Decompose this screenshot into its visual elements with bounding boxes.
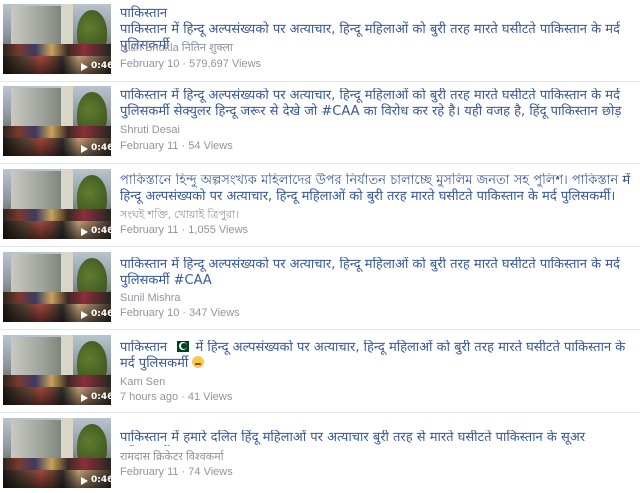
video-title-text[interactable]: पाकिस्तान [120, 340, 167, 355]
play-icon [81, 311, 88, 319]
video-views: 41 Views [187, 391, 233, 403]
play-icon [81, 394, 88, 402]
video-duration: 0:46 [91, 143, 111, 153]
video-duration: 0:46 [91, 61, 111, 71]
video-author[interactable]: Nitin Shukla नितिन शुक्ला [120, 41, 630, 55]
video-duration: 0:46 [91, 309, 111, 319]
video-thumbnail[interactable]: 0:46 [3, 335, 111, 405]
meta-separator: · [178, 140, 189, 152]
video-author[interactable]: Kam Sen [120, 375, 630, 389]
video-views: 1,055 Views [188, 224, 249, 236]
video-date[interactable]: 7 hours ago [120, 391, 178, 403]
video-duration: 0:46 [91, 475, 111, 485]
video-title[interactable]: पाकिस्तान में हिन्दू अल्पसंख्यको पर अत्य… [120, 340, 632, 372]
play-icon [81, 477, 88, 485]
video-date[interactable]: February 11 [120, 224, 179, 236]
video-author[interactable]: Sunil Mishra [120, 291, 630, 305]
video-meta: February 10 · 347 Views [120, 306, 630, 320]
frowning-face-icon [192, 356, 205, 368]
video-author[interactable]: Shruti Desai [120, 123, 630, 137]
meta-separator: · [178, 466, 189, 478]
video-results-list: 0:46 पाकिस्तान पाकिस्तान में हिन्दू अल्प… [0, 0, 640, 493]
video-meta: 7 hours ago · 41 Views [120, 390, 630, 404]
play-icon [81, 63, 88, 71]
video-views: 74 Views [188, 466, 233, 478]
video-date[interactable]: February 10 [120, 307, 179, 319]
video-result-item: 0:46 पाकिस्तान में हिन्दू अल्पसंख्यको पर… [0, 248, 640, 330]
video-duration: 0:46 [91, 392, 111, 402]
play-icon [81, 228, 88, 236]
meta-separator: · [178, 224, 189, 236]
video-views: 579,697 Views [189, 58, 262, 70]
video-author[interactable]: সংঘই শক্তি, খোয়াই ত্রিপুরা। [120, 208, 630, 222]
video-result-item: 0:46 पाकिस्तान पाकिस्तान में हिन्दू अल्प… [0, 0, 640, 82]
video-result-item: 0:46 पाकिस्तान में हमारे दलित हिंदू महिल… [0, 414, 640, 493]
video-title[interactable]: पाकिस्तान में हिन्दू अल्पसंख्यको पर अत्य… [120, 257, 632, 289]
video-date[interactable]: February 11 [120, 140, 179, 152]
meta-separator: · [178, 391, 188, 403]
video-title[interactable]: পাকিস্তানে হিন্দু অল্পসংখ্যক মহিলাদের উপ… [120, 173, 632, 205]
pakistan-flag-icon [173, 341, 190, 352]
video-meta: February 11 · 1,055 Views [120, 223, 630, 237]
video-title[interactable]: पाकिस्तान में हमारे दलित हिंदू महिलाओं प… [120, 430, 632, 446]
video-result-item: 0:46 পাকিস্তানে হিন্দু অল্পসংখ্যক মহিলাদ… [0, 165, 640, 247]
video-thumbnail[interactable]: 0:46 [3, 252, 111, 322]
video-author[interactable]: रामदास क्रिकेटर विश्वकर्मा [120, 450, 630, 464]
video-thumbnail[interactable]: 0:46 [3, 418, 111, 488]
video-thumbnail[interactable]: 0:46 [3, 86, 111, 156]
meta-separator: · [179, 307, 190, 319]
play-icon [81, 145, 88, 153]
video-title-line[interactable]: पाकिस्तान [120, 6, 632, 22]
video-meta: February 11 · 54 Views [120, 139, 630, 153]
video-views: 347 Views [189, 307, 240, 319]
video-views: 54 Views [188, 140, 233, 152]
video-result-item: 0:46 पाकिस्तान में हिन्दू अल्पसंख्यको पर… [0, 82, 640, 164]
video-date[interactable]: February 11 [120, 466, 179, 478]
video-meta: February 11 · 74 Views [120, 465, 630, 479]
video-meta: February 10 · 579,697 Views [120, 57, 630, 71]
video-result-item: 0:46 पाकिस्तान में हिन्दू अल्पसंख्यको पर… [0, 331, 640, 413]
video-thumbnail[interactable]: 0:46 [3, 4, 111, 74]
video-thumbnail[interactable]: 0:46 [3, 169, 111, 239]
video-duration: 0:46 [91, 226, 111, 236]
video-title[interactable]: पाकिस्तान में हिन्दू अल्पसंख्यको पर अत्य… [120, 88, 632, 120]
meta-separator: · [179, 58, 190, 70]
video-date[interactable]: February 10 [120, 58, 179, 70]
